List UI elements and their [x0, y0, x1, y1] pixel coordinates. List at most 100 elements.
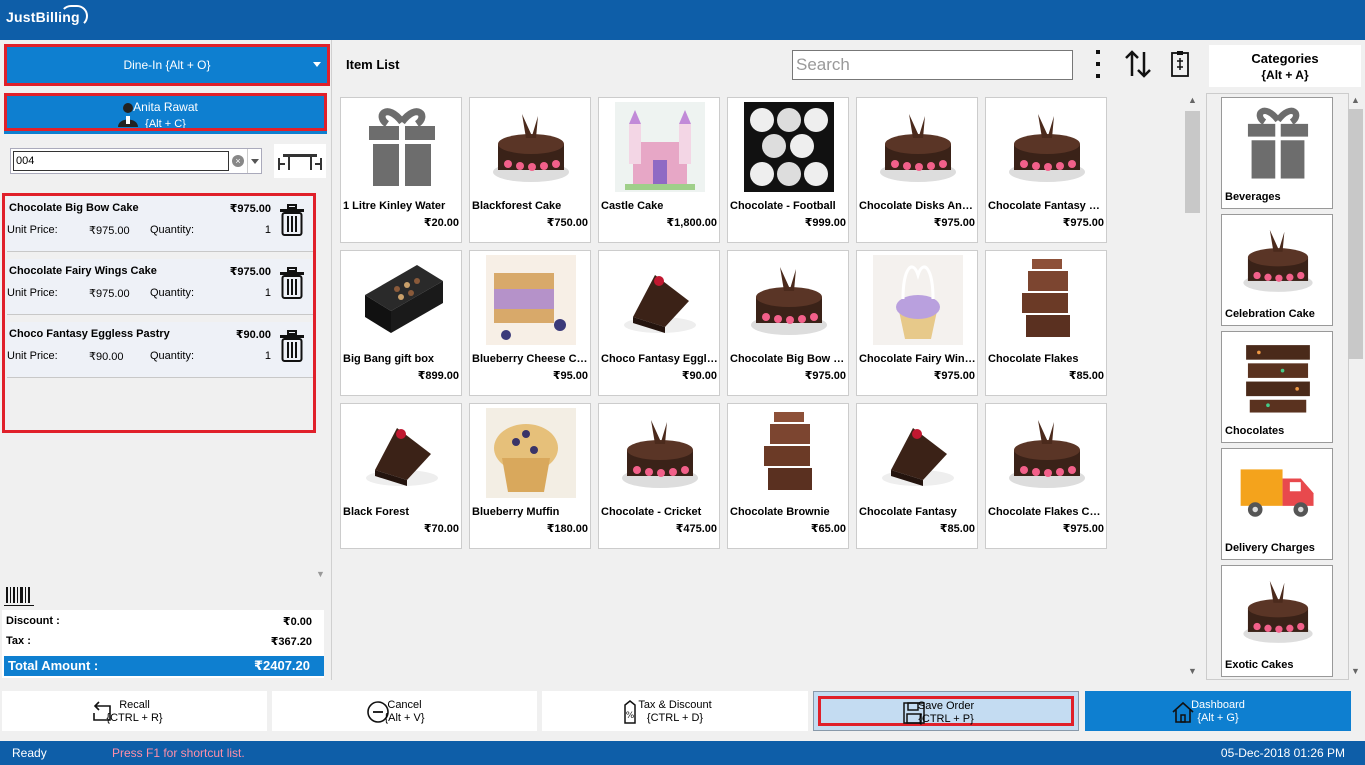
item-card[interactable]: Blueberry Cheese Ca… ₹95.00	[469, 250, 591, 396]
barcode-icon[interactable]	[4, 585, 34, 607]
item-card[interactable]: Big Bang gift box ₹899.00	[340, 250, 462, 396]
gift-box-icon	[357, 255, 447, 345]
item-search-input[interactable]: Search	[792, 50, 1073, 80]
cart-scrollbar[interactable]: ▼	[313, 193, 327, 579]
save-order-button[interactable]: Save Order {CTRL + P}	[813, 691, 1079, 731]
cart-item-name: Chocolate Big Bow Cake	[9, 202, 139, 214]
item-card[interactable]: Chocolate Big Bow C… ₹975.00	[727, 250, 849, 396]
scroll-down-icon[interactable]: ▼	[316, 569, 325, 579]
scroll-up-icon[interactable]: ▲	[1351, 95, 1360, 105]
customer-button[interactable]: Anita Rawat {Alt + C}	[4, 93, 327, 131]
item-card[interactable]: Chocolate - Football ₹999.00	[727, 97, 849, 243]
item-name: Chocolate Fairy Win…	[859, 353, 976, 365]
gift-icon	[1236, 102, 1320, 184]
item-grid: 1 Litre Kinley Water ₹20.00 Blackforest Ca…	[334, 93, 1202, 680]
item-price: ₹899.00	[417, 370, 459, 382]
item-name: Big Bang gift box	[343, 353, 435, 365]
football-icon	[744, 102, 834, 192]
table-icon[interactable]	[274, 144, 326, 178]
order-mode-dropdown[interactable]: Dine-In {Alt + O}	[4, 44, 330, 86]
item-card[interactable]: Chocolate Flakes Cake ₹975.00	[985, 403, 1107, 549]
category-name: Beverages	[1225, 191, 1281, 203]
item-card[interactable]: Choco Fantasy Eggle… ₹90.00	[598, 250, 720, 396]
brownie-icon	[1002, 255, 1092, 345]
item-name: Blueberry Cheese Ca…	[472, 353, 589, 365]
item-card[interactable]: Chocolate Fairy Win… ₹975.00	[856, 250, 978, 396]
scroll-thumb[interactable]	[1348, 109, 1363, 359]
category-card[interactable]: Exotic Cakes	[1221, 565, 1333, 677]
chocolate-bar-icon	[1236, 336, 1320, 418]
item-card[interactable]: Chocolate Fantasy C… ₹975.00	[985, 97, 1107, 243]
cancel-button[interactable]: Cancel {Alt + V}	[272, 691, 537, 731]
item-price: ₹750.00	[546, 217, 588, 229]
quantity-value[interactable]: 1	[265, 350, 271, 362]
category-card[interactable]: Chocolates	[1221, 331, 1333, 443]
unit-price-label: Unit Price:	[7, 350, 58, 362]
quantity-value[interactable]: 1	[265, 287, 271, 299]
recall-label: Recall	[119, 699, 150, 711]
scroll-down-icon[interactable]: ▼	[1351, 666, 1360, 676]
cart-item-price: ₹975.00	[229, 266, 271, 278]
cart-item[interactable]: Chocolate Big Bow Cake ₹975.00 Unit Pric…	[7, 196, 313, 252]
item-price: ₹975.00	[804, 370, 846, 382]
item-card[interactable]: Chocolate Brownie ₹65.00	[727, 403, 849, 549]
item-price: ₹999.00	[804, 217, 846, 229]
item-card[interactable]: Castle Cake ₹1,800.00	[598, 97, 720, 243]
sort-icon[interactable]	[1122, 48, 1154, 80]
table-search-combobox[interactable]: 004 ×	[10, 148, 262, 174]
scroll-down-icon[interactable]: ▼	[1188, 666, 1197, 676]
categories-scrollbar[interactable]: ▲ ▼	[1347, 93, 1365, 680]
pastry-icon	[357, 408, 447, 498]
table-search-input[interactable]: 004	[13, 151, 229, 171]
unit-price-value: ₹975.00	[89, 288, 130, 300]
cheesecake-icon	[486, 255, 576, 345]
cart-item[interactable]: Choco Fantasy Eggless Pastry ₹90.00 Unit…	[7, 322, 313, 378]
item-price: ₹975.00	[933, 370, 975, 382]
report-icon[interactable]	[1170, 50, 1190, 78]
item-name: Chocolate - Cricket	[601, 506, 702, 518]
categories-button[interactable]: Categories {Alt + A}	[1209, 45, 1361, 87]
categories-shortcut: {Alt + A}	[1261, 68, 1309, 82]
category-card[interactable]: Beverages	[1221, 97, 1333, 209]
categories-list: Beverages Celebration Cake Chocolates Deliv…	[1206, 93, 1349, 680]
scroll-thumb[interactable]	[1185, 111, 1200, 213]
chevron-down-icon[interactable]	[247, 149, 262, 173]
recall-button[interactable]: Recall {CTRL + R}	[2, 691, 267, 731]
scroll-up-icon[interactable]: ▲	[1188, 95, 1197, 105]
more-options-icon[interactable]	[1094, 48, 1102, 80]
pastry-icon	[615, 255, 705, 345]
dashboard-button[interactable]: Dashboard {Alt + G}	[1085, 691, 1351, 731]
category-card[interactable]: Celebration Cake	[1221, 214, 1333, 326]
tax-row: Tax : ₹367.20	[6, 635, 312, 648]
cake-icon	[1236, 570, 1320, 652]
category-card[interactable]: Delivery Charges	[1221, 448, 1333, 560]
trash-icon[interactable]	[279, 204, 305, 236]
cart-item-name: Chocolate Fairy Wings Cake	[9, 265, 157, 277]
item-price: ₹975.00	[1062, 217, 1104, 229]
order-panel: Dine-In {Alt + O} Anita Rawat {Alt + C} …	[0, 40, 330, 680]
item-price: ₹70.00	[423, 523, 459, 535]
order-mode-label: Dine-In {Alt + O}	[123, 58, 211, 72]
discount-value: ₹0.00	[282, 616, 312, 628]
item-card[interactable]: Blackforest Cake ₹750.00	[469, 97, 591, 243]
item-card[interactable]: Chocolate Fantasy ₹85.00	[856, 403, 978, 549]
delivery-truck-icon	[1236, 453, 1320, 535]
tax-discount-button[interactable]: % Tax & Discount {CTRL + D}	[542, 691, 808, 731]
quantity-value[interactable]: 1	[265, 224, 271, 236]
item-card[interactable]: Black Forest ₹70.00	[340, 403, 462, 549]
cart-item[interactable]: Chocolate Fairy Wings Cake ₹975.00 Unit …	[7, 259, 313, 315]
item-name: Chocolate Big Bow C…	[730, 353, 847, 365]
item-name: Blackforest Cake	[472, 200, 562, 212]
clear-icon[interactable]: ×	[232, 155, 244, 167]
item-card[interactable]: Chocolate Disks And… ₹975.00	[856, 97, 978, 243]
item-card[interactable]: Blueberry Muffin ₹180.00	[469, 403, 591, 549]
cancel-shortcut: {Alt + V}	[384, 712, 425, 724]
item-card[interactable]: Chocolate Flakes ₹85.00	[985, 250, 1107, 396]
save-order-label: Save Order	[917, 700, 975, 712]
trash-icon[interactable]	[279, 267, 305, 299]
item-card[interactable]: Chocolate - Cricket ₹475.00	[598, 403, 720, 549]
category-name: Celebration Cake	[1225, 308, 1315, 320]
item-card[interactable]: 1 Litre Kinley Water ₹20.00	[340, 97, 462, 243]
trash-icon[interactable]	[279, 330, 305, 362]
item-grid-scrollbar[interactable]: ▲ ▼	[1184, 93, 1202, 680]
